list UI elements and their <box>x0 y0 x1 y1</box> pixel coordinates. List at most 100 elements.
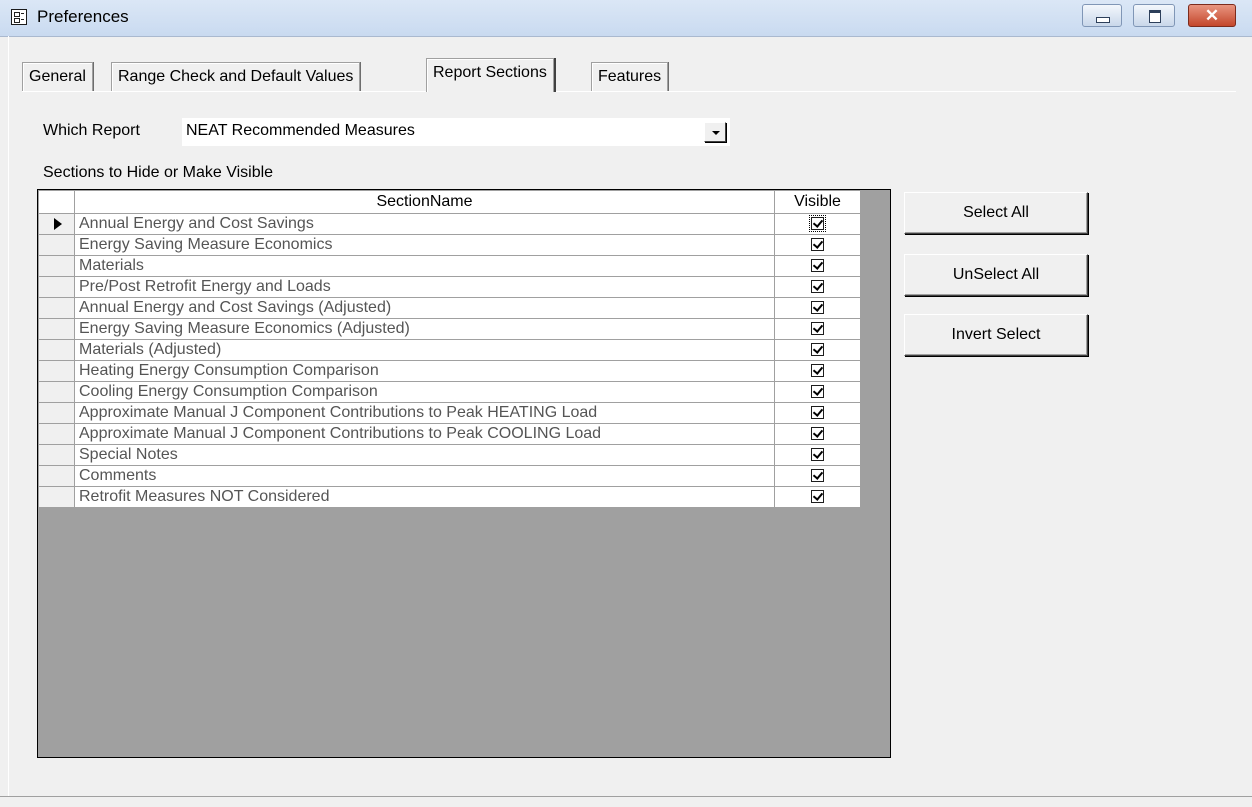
row-selector[interactable] <box>38 402 75 424</box>
table-row[interactable]: Energy Saving Measure Economics (Adjuste… <box>38 318 861 340</box>
visible-checkbox[interactable] <box>811 301 824 315</box>
visible-checkbox[interactable] <box>811 259 824 273</box>
minimize-icon <box>1096 17 1110 23</box>
tab-divider <box>22 91 1236 92</box>
chevron-down-icon[interactable] <box>704 122 726 142</box>
visible-checkbox[interactable] <box>811 238 824 252</box>
visible-cell[interactable] <box>774 360 861 382</box>
which-report-combo[interactable]: NEAT Recommended Measures <box>182 118 730 146</box>
visible-cell[interactable] <box>774 465 861 487</box>
sections-caption: Sections to Hide or Make Visible <box>43 164 274 181</box>
visible-cell[interactable] <box>774 318 861 340</box>
table-row[interactable]: Approximate Manual J Component Contribut… <box>38 423 861 445</box>
table-row[interactable]: Materials <box>38 255 861 277</box>
row-selector[interactable] <box>38 360 75 382</box>
visible-cell[interactable] <box>774 213 861 235</box>
visible-checkbox[interactable] <box>811 490 824 504</box>
window-title: Preferences <box>37 7 129 26</box>
unselect-all-button[interactable]: UnSelect All <box>904 254 1088 296</box>
status-divider <box>0 796 1252 797</box>
table-row[interactable]: Annual Energy and Cost Savings <box>38 213 861 235</box>
section-name-cell[interactable]: Energy Saving Measure Economics <box>74 234 775 256</box>
visible-cell[interactable] <box>774 255 861 277</box>
row-selector[interactable] <box>38 444 75 466</box>
table-row[interactable]: Materials (Adjusted) <box>38 339 861 361</box>
tab-features[interactable]: Features <box>591 62 669 92</box>
tab-report-sections[interactable]: Report Sections <box>426 58 554 92</box>
section-name-cell[interactable]: Energy Saving Measure Economics (Adjuste… <box>74 318 775 340</box>
section-name-cell[interactable]: Pre/Post Retrofit Energy and Loads <box>74 276 775 298</box>
visible-checkbox[interactable] <box>811 322 824 336</box>
table-row[interactable]: Special Notes <box>38 444 861 466</box>
visible-checkbox[interactable] <box>811 406 824 420</box>
column-header-visible[interactable]: Visible <box>774 190 861 214</box>
visible-checkbox[interactable] <box>811 427 824 441</box>
table-row[interactable]: Annual Energy and Cost Savings (Adjusted… <box>38 297 861 319</box>
tab-general[interactable]: General <box>22 62 93 92</box>
row-selector[interactable] <box>38 339 75 361</box>
tab-range-check[interactable]: Range Check and Default Values <box>111 62 361 92</box>
visible-cell[interactable] <box>774 486 861 508</box>
visible-cell[interactable] <box>774 444 861 466</box>
sections-grid[interactable]: SectionName Visible Annual Energy and Co… <box>37 189 891 758</box>
section-name-cell[interactable]: Materials <box>74 255 775 277</box>
current-row-arrow-icon <box>54 218 62 230</box>
table-row[interactable]: Heating Energy Consumption Comparison <box>38 360 861 382</box>
row-selector[interactable] <box>38 465 75 487</box>
title-bar[interactable]: Preferences ✕ <box>0 0 1252 37</box>
table-row[interactable]: Energy Saving Measure Economics <box>38 234 861 256</box>
header-selector[interactable] <box>38 190 75 214</box>
table-row[interactable]: Approximate Manual J Component Contribut… <box>38 402 861 424</box>
which-report-label: Which Report <box>43 122 140 139</box>
close-icon: ✕ <box>1204 6 1220 25</box>
row-selector[interactable] <box>38 276 75 298</box>
maximize-icon <box>1149 10 1161 23</box>
sections-table: SectionName Visible Annual Energy and Co… <box>38 190 861 508</box>
row-selector[interactable] <box>38 318 75 340</box>
visible-cell[interactable] <box>774 402 861 424</box>
visible-checkbox[interactable] <box>811 364 824 378</box>
section-name-cell[interactable]: Approximate Manual J Component Contribut… <box>74 423 775 445</box>
section-name-cell[interactable]: Heating Energy Consumption Comparison <box>74 360 775 382</box>
which-report-value: NEAT Recommended Measures <box>186 122 415 139</box>
visible-cell[interactable] <box>774 381 861 403</box>
visible-cell[interactable] <box>774 339 861 361</box>
row-selector[interactable] <box>38 486 75 508</box>
section-name-cell[interactable]: Annual Energy and Cost Savings <box>74 213 775 235</box>
row-selector[interactable] <box>38 297 75 319</box>
section-name-cell[interactable]: Retrofit Measures NOT Considered <box>74 486 775 508</box>
minimize-button[interactable] <box>1082 4 1122 27</box>
section-name-cell[interactable]: Special Notes <box>74 444 775 466</box>
section-name-cell[interactable]: Approximate Manual J Component Contribut… <box>74 402 775 424</box>
row-selector[interactable] <box>38 255 75 277</box>
section-name-cell[interactable]: Cooling Energy Consumption Comparison <box>74 381 775 403</box>
window-border <box>8 36 9 796</box>
form-icon <box>11 9 27 25</box>
visible-checkbox[interactable] <box>809 215 826 233</box>
section-name-cell[interactable]: Materials (Adjusted) <box>74 339 775 361</box>
section-name-cell[interactable]: Annual Energy and Cost Savings (Adjusted… <box>74 297 775 319</box>
visible-cell[interactable] <box>774 423 861 445</box>
table-row[interactable]: Comments <box>38 465 861 487</box>
select-all-button[interactable]: Select All <box>904 192 1088 234</box>
table-row[interactable]: Retrofit Measures NOT Considered <box>38 486 861 508</box>
row-selector[interactable] <box>38 423 75 445</box>
row-selector[interactable] <box>38 234 75 256</box>
visible-checkbox[interactable] <box>811 280 824 294</box>
column-header-section-name[interactable]: SectionName <box>74 190 775 214</box>
row-selector[interactable] <box>38 213 75 235</box>
section-name-cell[interactable]: Comments <box>74 465 775 487</box>
visible-cell[interactable] <box>774 276 861 298</box>
visible-cell[interactable] <box>774 297 861 319</box>
table-row[interactable]: Pre/Post Retrofit Energy and Loads <box>38 276 861 298</box>
visible-checkbox[interactable] <box>811 343 824 357</box>
visible-checkbox[interactable] <box>811 385 824 399</box>
visible-checkbox[interactable] <box>811 469 824 483</box>
maximize-button[interactable] <box>1133 4 1175 27</box>
invert-select-button[interactable]: Invert Select <box>904 314 1088 356</box>
close-button[interactable]: ✕ <box>1188 4 1236 27</box>
visible-checkbox[interactable] <box>811 448 824 462</box>
row-selector[interactable] <box>38 381 75 403</box>
table-row[interactable]: Cooling Energy Consumption Comparison <box>38 381 861 403</box>
visible-cell[interactable] <box>774 234 861 256</box>
